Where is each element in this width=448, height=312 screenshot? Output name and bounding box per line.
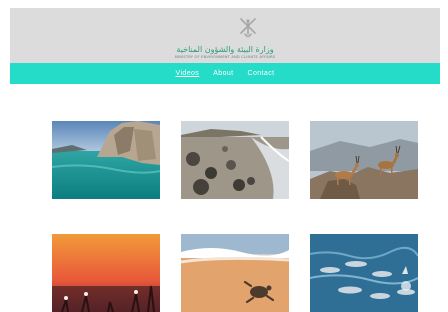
- nav-link-contact[interactable]: Contact: [248, 70, 275, 77]
- video-thumbnail-gazelles[interactable]: [310, 121, 418, 199]
- video-thumbnail-coastal-cliffs[interactable]: [52, 121, 160, 199]
- nav-link-about[interactable]: About: [213, 70, 233, 77]
- video-thumbnail-sunset[interactable]: [52, 234, 160, 312]
- ministry-name-arabic: وزارة البيئة والشؤون المناخية: [176, 45, 274, 54]
- main-navigation: Videos About Contact: [10, 63, 440, 84]
- video-thumbnail-dolphins[interactable]: [310, 234, 418, 312]
- site-header: وزارة البيئة والشؤون المناخية MINISTRY O…: [10, 8, 440, 63]
- oman-khanjar-emblem-icon: [240, 18, 256, 38]
- video-thumbnail-sea-turtle[interactable]: [181, 234, 289, 312]
- ministry-name-english: MINISTRY OF ENVIRONMENT AND CLIMATE AFFA…: [174, 55, 276, 59]
- video-thumbnail-rocky-beach[interactable]: [181, 121, 289, 199]
- nav-link-videos[interactable]: Videos: [176, 70, 200, 77]
